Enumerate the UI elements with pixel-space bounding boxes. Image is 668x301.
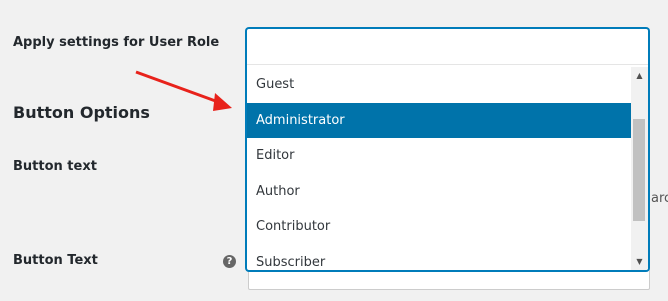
scroll-up-icon[interactable]: ▲ xyxy=(631,67,648,84)
button-text-label: Button text xyxy=(13,159,97,174)
role-label: Apply settings for User Role xyxy=(13,35,220,50)
help-icon[interactable]: ? xyxy=(223,255,236,268)
option-contributor[interactable]: Contributor xyxy=(247,209,631,245)
scroll-down-icon[interactable]: ▼ xyxy=(631,253,648,270)
button-text-field-label: Button Text xyxy=(13,253,98,268)
option-administrator[interactable]: Administrator xyxy=(247,102,631,138)
cut-off-description: arc xyxy=(651,191,668,206)
scrollbar[interactable]: ▲ ▼ xyxy=(631,67,648,270)
role-options-list[interactable]: Guest Administrator Editor Author Contri… xyxy=(247,67,631,270)
option-editor[interactable]: Editor xyxy=(247,138,631,174)
option-subscriber[interactable]: Subscriber xyxy=(247,245,631,271)
option-guest[interactable]: Guest xyxy=(247,67,631,103)
scroll-thumb[interactable] xyxy=(633,119,645,221)
select-search-area[interactable] xyxy=(247,29,648,65)
red-arrow-icon xyxy=(135,70,232,111)
user-role-select[interactable]: Guest Administrator Editor Author Contri… xyxy=(246,28,649,271)
option-author[interactable]: Author xyxy=(247,174,631,210)
